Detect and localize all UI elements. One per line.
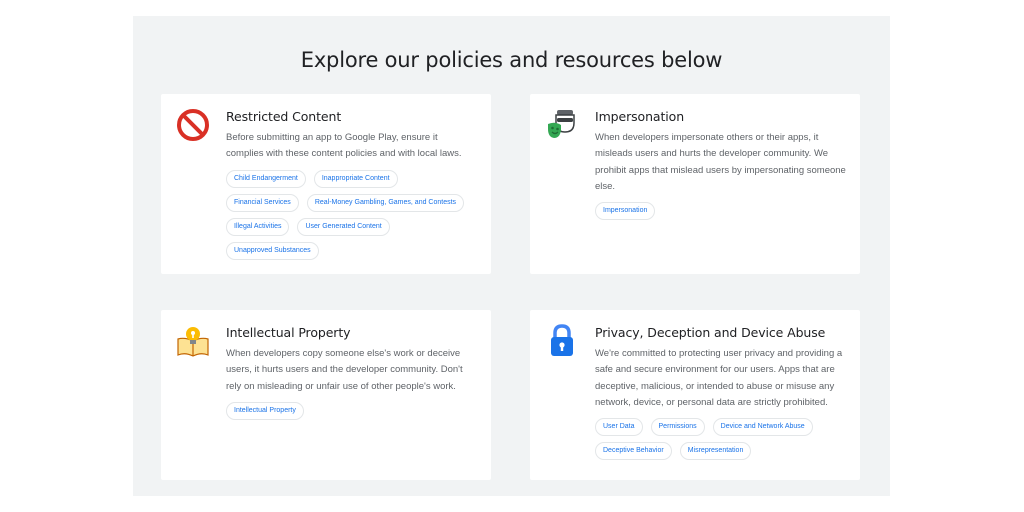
- tag-list: Child Endangerment Inappropriate Content…: [226, 169, 477, 260]
- tag-deceptive-behavior[interactable]: Deceptive Behavior: [595, 442, 672, 461]
- policies-panel: Explore our policies and resources below…: [133, 16, 890, 496]
- lock-icon: [544, 323, 580, 359]
- policy-card-privacy-deception: Privacy, Deception and Device Abuse We'r…: [530, 310, 860, 480]
- prohibited-icon: [175, 107, 211, 143]
- tag-impersonation[interactable]: Impersonation: [595, 202, 656, 221]
- masks-icon: [544, 107, 580, 143]
- tag-user-data[interactable]: User Data: [595, 418, 643, 437]
- tag-device-and-network-abuse[interactable]: Device and Network Abuse: [712, 418, 813, 437]
- tag-user-generated-content[interactable]: User Generated Content: [297, 217, 390, 236]
- page-title: Explore our policies and resources below: [300, 48, 723, 72]
- policy-card-intellectual-property: Intellectual Property When developers co…: [161, 310, 491, 480]
- card-title: Restricted Content: [226, 109, 342, 124]
- tag-list: User Data Permissions Device and Network…: [595, 418, 846, 461]
- lightbulb-book-icon: [175, 323, 211, 359]
- card-description: When developers impersonate others or th…: [595, 132, 846, 192]
- tag-intellectual-property[interactable]: Intellectual Property: [226, 401, 304, 420]
- card-title: Privacy, Deception and Device Abuse: [595, 325, 826, 340]
- card-title: Intellectual Property: [226, 325, 351, 340]
- tag-list: Impersonation: [595, 202, 846, 221]
- tag-permissions[interactable]: Permissions: [650, 418, 705, 437]
- tag-list: Intellectual Property: [226, 401, 477, 420]
- policy-card-impersonation: Impersonation When developers impersonat…: [530, 94, 860, 274]
- tag-child-endangerment[interactable]: Child Endangerment: [226, 169, 306, 188]
- card-description: Before submitting an app to Google Play,…: [226, 132, 462, 160]
- card-description: We're committed to protecting user priva…: [595, 348, 843, 408]
- tag-financial-services[interactable]: Financial Services: [226, 193, 299, 212]
- tag-illegal-activities[interactable]: Illegal Activities: [226, 217, 290, 236]
- tag-unapproved-substances[interactable]: Unapproved Substances: [226, 241, 319, 260]
- policy-card-restricted-content: Restricted Content Before submitting an …: [161, 94, 491, 274]
- card-title: Impersonation: [595, 109, 685, 124]
- tag-real-money-gambling[interactable]: Real-Money Gambling, Games, and Contests: [306, 193, 465, 212]
- tag-inappropriate-content[interactable]: Inappropriate Content: [313, 169, 398, 188]
- tag-misrepresentation[interactable]: Misrepresentation: [679, 442, 752, 461]
- card-description: When developers copy someone else's work…: [226, 348, 463, 392]
